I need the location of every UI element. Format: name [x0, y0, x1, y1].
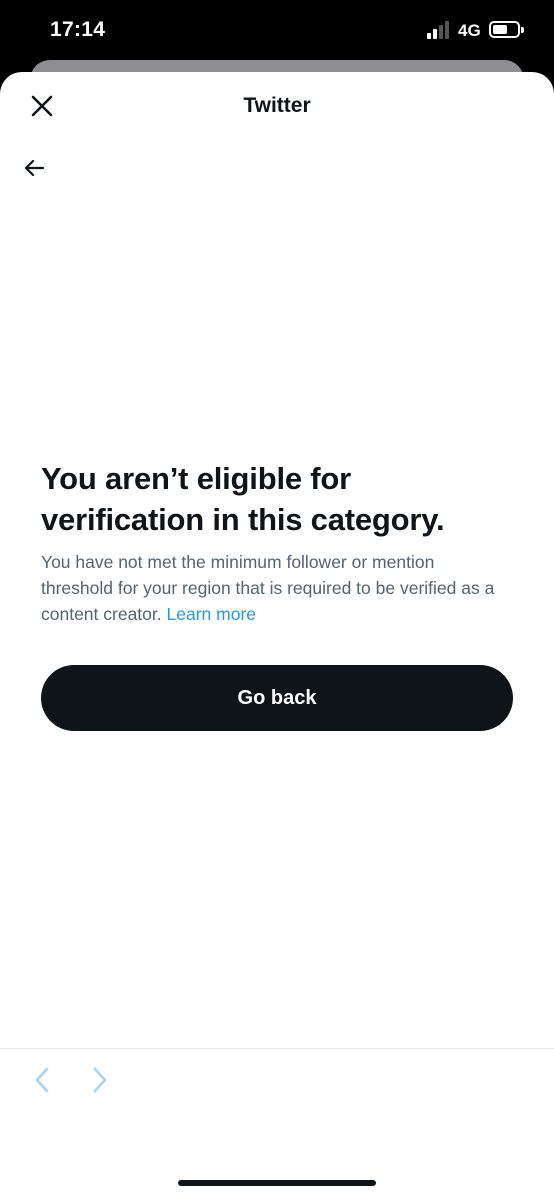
screen: 17:14 4G Twitter You aren’t eligible for…: [0, 0, 554, 1199]
go-back-button[interactable]: Go back: [41, 665, 513, 731]
arrow-left-icon[interactable]: [20, 154, 48, 182]
chevron-left-icon[interactable]: [30, 1065, 54, 1095]
learn-more-link[interactable]: Learn more: [167, 604, 257, 624]
description-text: You have not met the minimum follower or…: [41, 549, 511, 627]
status-bar: 17:14 4G: [0, 0, 554, 62]
modal-sheet: Twitter You aren’t eligible for verifica…: [0, 72, 554, 1199]
status-time: 17:14: [50, 18, 106, 41]
description-body: You have not met the minimum follower or…: [41, 552, 495, 624]
chevron-right-icon[interactable]: [88, 1065, 112, 1095]
network-label: 4G: [458, 21, 481, 40]
battery-icon: [489, 21, 524, 38]
signal-icon: [427, 21, 451, 39]
sheet-title: Twitter: [243, 94, 311, 117]
page-title: You aren’t eligible for verification in …: [41, 461, 445, 537]
browser-toolbar: [0, 1048, 554, 1199]
home-indicator[interactable]: [178, 1180, 376, 1186]
